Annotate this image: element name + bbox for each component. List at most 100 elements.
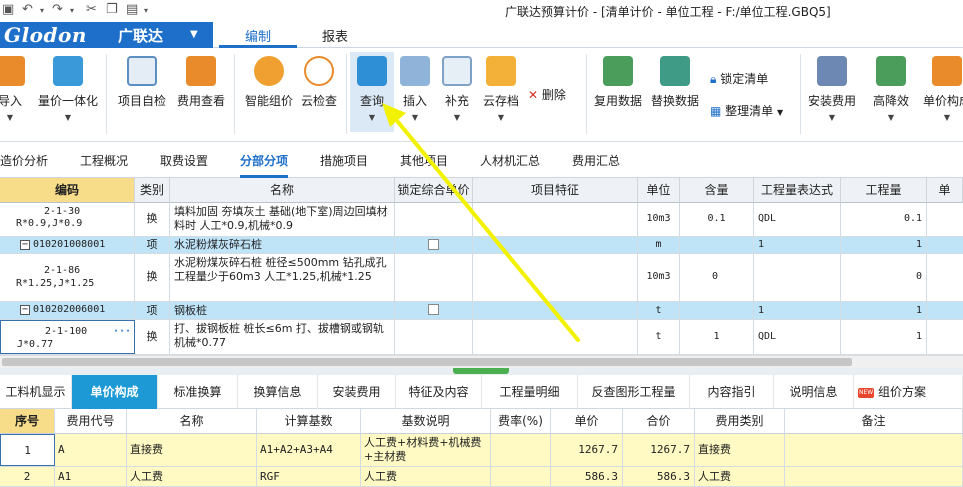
features-cell[interactable] <box>473 254 638 301</box>
col-header-unit[interactable]: 单位 <box>638 178 680 203</box>
splitter-grip[interactable] <box>453 368 509 374</box>
delete-button[interactable]: ✕ 删除 <box>528 86 566 103</box>
tab-description[interactable]: 说明信息 <box>774 375 854 409</box>
col-header-calc-base[interactable]: 计算基数 <box>257 409 361 434</box>
scrollbar-thumb[interactable] <box>2 358 852 366</box>
calc-base[interactable]: RGF <box>257 467 361 486</box>
fee-name[interactable]: 人工费 <box>127 467 257 486</box>
col-header-base-desc[interactable]: 基数说明 <box>361 409 491 434</box>
tab-report[interactable]: 报表 <box>305 26 365 48</box>
tab-labor-material-summary[interactable]: 人材机汇总 <box>480 152 540 169</box>
table-row[interactable]: 2-1-86 R*1.25,J*1.25 换 水泥粉煤灰碎石桩 桩径≤500mm… <box>0 254 963 302</box>
col-header-no[interactable]: 序号 <box>0 409 55 434</box>
fee-code[interactable]: A <box>55 434 127 466</box>
more-options-icon[interactable]: ··· <box>113 325 131 338</box>
fee-code[interactable]: A1 <box>55 467 127 486</box>
tab-content-guide[interactable]: 内容指引 <box>690 375 774 409</box>
table-row[interactable]: −010202006001 项 钢板桩 t 1 1 <box>0 302 963 320</box>
panel-splitter[interactable] <box>0 368 963 375</box>
table-row[interactable]: −010201008001 项 水泥粉煤灰碎石桩 m 1 1 <box>0 237 963 254</box>
item-name[interactable]: 钢板桩 <box>170 302 395 319</box>
paste-icon[interactable]: ▤ <box>126 2 138 17</box>
install-fee-button[interactable]: 安装费用 ▼ <box>806 56 858 122</box>
item-expression[interactable] <box>754 254 841 301</box>
tab-features-content[interactable]: 特征及内容 <box>396 375 482 409</box>
import-button[interactable]: 导入 ▼ <box>0 56 28 122</box>
tab-labor-material-display[interactable]: 工料机显示 <box>0 375 72 409</box>
item-content[interactable]: 1 <box>680 320 754 354</box>
high-efficiency-button[interactable]: 高降效 ▼ <box>866 56 916 122</box>
features-cell[interactable] <box>473 302 638 319</box>
fee-note[interactable] <box>785 467 963 486</box>
tab-standard-conversion[interactable]: 标准换算 <box>158 375 238 409</box>
item-expression[interactable]: 1 <box>754 237 841 253</box>
unit-price-build-button[interactable]: 单价构成 ▼ <box>922 56 963 122</box>
cut-icon[interactable]: ✂ <box>86 2 97 17</box>
col-header-total[interactable]: 合价 <box>623 409 695 434</box>
insert-button[interactable]: 插入 ▼ <box>398 56 432 122</box>
smart-pricing-button[interactable]: 智能组价 <box>242 56 296 109</box>
item-name[interactable]: 填料加固 夯填灰土 基础(地下室)周边回填材料时 人工*0.9,机械*0.9 <box>170 203 395 236</box>
tab-conversion-info[interactable]: 换算信息 <box>238 375 318 409</box>
tab-reverse-graphic-quantity[interactable]: 反查图形工程量 <box>578 375 690 409</box>
item-name[interactable]: 打、拔钢板桩 桩长≤6m 打、拔槽钢或钢轨 机械*0.77 <box>170 320 395 354</box>
item-expression[interactable]: QDL <box>754 320 841 354</box>
undo-dropdown-icon[interactable]: ▾ <box>40 6 44 15</box>
item-name[interactable]: 水泥粉煤灰碎石桩 <box>170 237 395 253</box>
copy-icon[interactable]: ❐ <box>106 2 118 17</box>
item-name[interactable]: 水泥粉煤灰碎石桩 桩径≤500mm 钻孔成孔 工程量少于60m3 人工*1.25… <box>170 254 395 301</box>
redo-icon[interactable]: ↷ <box>52 2 63 17</box>
supplement-button[interactable]: 补充 ▼ <box>440 56 474 122</box>
item-expression[interactable]: 1 <box>754 302 841 319</box>
item-expression[interactable]: QDL <box>754 203 841 236</box>
tab-project-overview[interactable]: 工程概况 <box>80 152 128 169</box>
cloud-archive-button[interactable]: 云存档 ▼ <box>480 56 522 122</box>
fee-note[interactable] <box>785 434 963 466</box>
tab-unit-price-build[interactable]: 单价构成 <box>72 375 158 409</box>
lock-list-button[interactable]: 🔒︎ 锁定清单 <box>710 70 768 87</box>
table-row[interactable]: 2 A1 人工费 RGF 人工费 586.3 586.3 人工费 <box>0 467 963 487</box>
replace-data-button[interactable]: 替换数据 <box>650 56 700 109</box>
tab-fee-settings[interactable]: 取费设置 <box>160 152 208 169</box>
col-header-note[interactable]: 备注 <box>785 409 963 434</box>
table-row[interactable]: 2-1-30 R*0.9,J*0.9 换 填料加固 夯填灰土 基础(地下室)周边… <box>0 203 963 237</box>
cloud-check-button[interactable]: 云检查 <box>298 56 340 109</box>
col-header-fee-name[interactable]: 名称 <box>127 409 257 434</box>
brand-menu[interactable]: Glodon 广联达 ▼ <box>0 22 213 48</box>
fee-rate[interactable] <box>491 467 551 486</box>
tab-install-fee[interactable]: 安装费用 <box>318 375 396 409</box>
row-no[interactable]: 2 <box>0 467 55 486</box>
col-header-fee-code[interactable]: 费用代号 <box>55 409 127 434</box>
save-icon[interactable]: ▣ <box>2 2 14 17</box>
fee-category[interactable]: 人工费 <box>695 467 785 486</box>
collapse-icon[interactable]: − <box>20 305 30 315</box>
col-header-type[interactable]: 类别 <box>135 178 170 203</box>
tab-edit[interactable]: 编制 <box>219 26 297 48</box>
col-header-content[interactable]: 含量 <box>680 178 754 203</box>
fee-category[interactable]: 直接费 <box>695 434 785 466</box>
collapse-icon[interactable]: − <box>20 240 30 250</box>
table-row[interactable]: 1 A 直接费 A1+A2+A3+A4 人工费+材料费+机械费+主材费 1267… <box>0 434 963 467</box>
lock-price-checkbox[interactable] <box>428 239 439 250</box>
tab-measures[interactable]: 措施项目 <box>320 152 368 169</box>
row-no[interactable]: 1 <box>0 434 55 466</box>
reuse-data-button[interactable]: 复用数据 <box>593 56 643 109</box>
features-cell[interactable] <box>473 237 638 253</box>
col-header-code[interactable]: 编码 <box>0 178 135 203</box>
redo-dropdown-icon[interactable]: ▾ <box>70 6 74 15</box>
tab-other-items[interactable]: 其他项目 <box>400 152 448 169</box>
table-row[interactable]: 2-1-100 J*0.77 ··· 换 打、拔钢板桩 桩长≤6m 打、拔槽钢或… <box>0 320 963 355</box>
fee-view-button[interactable]: 费用查看 <box>174 56 228 109</box>
col-header-amount[interactable]: 工程量 <box>841 178 927 203</box>
organize-list-button[interactable]: ▦ 整理清单 ▼ <box>710 102 783 119</box>
col-header-features[interactable]: 项目特征 <box>473 178 638 203</box>
quantity-price-button[interactable]: 量价一体化 ▼ <box>36 56 100 122</box>
tab-cost-analysis[interactable]: 造价分析 <box>0 152 48 169</box>
query-button[interactable]: 查询 ▼ <box>350 52 394 132</box>
col-header-name[interactable]: 名称 <box>170 178 395 203</box>
lock-price-checkbox[interactable] <box>428 304 439 315</box>
col-header-rate[interactable]: 费率(%) <box>491 409 551 434</box>
project-check-button[interactable]: 项目自检 <box>115 56 169 109</box>
tab-sub-items[interactable]: 分部分项 <box>240 152 289 178</box>
tab-fee-summary[interactable]: 费用汇总 <box>572 152 620 169</box>
